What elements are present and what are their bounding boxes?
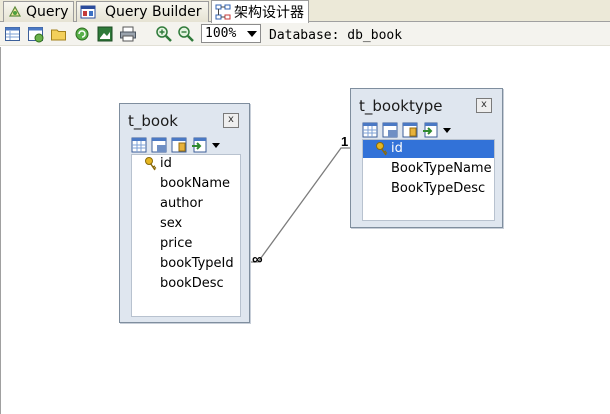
field-name: bookTypeId: [160, 256, 234, 271]
table-mini-toolbar: [362, 122, 452, 138]
field-row-selected[interactable]: id: [363, 140, 494, 158]
tab-query-builder[interactable]: Query Builder: [76, 1, 209, 22]
grid-icon[interactable]: [131, 137, 147, 153]
table-properties-icon[interactable]: [151, 137, 167, 153]
primary-key-icon: [376, 142, 388, 156]
database-label: Database: db_book: [269, 28, 403, 43]
grid-icon[interactable]: [362, 122, 378, 138]
add-view-icon[interactable]: [27, 25, 45, 43]
field-name: id: [160, 156, 172, 171]
schema-canvas[interactable]: [0, 47, 610, 414]
refresh-icon[interactable]: [73, 25, 91, 43]
zoom-value: 100%: [205, 26, 237, 41]
field-row[interactable]: bookName: [132, 175, 240, 193]
field-name: BookTypeName: [391, 161, 492, 176]
field-name: sex: [160, 216, 183, 231]
index-icon[interactable]: [402, 122, 418, 138]
table-title: t_booktype: [359, 97, 443, 115]
print-icon[interactable]: [119, 25, 137, 43]
field-row[interactable]: author: [132, 195, 240, 213]
tab-label: Query Builder: [105, 4, 202, 20]
schema-designer-icon: [215, 4, 231, 20]
add-table-icon[interactable]: [4, 25, 22, 43]
tab-label: Query: [26, 4, 69, 20]
insert-column-icon[interactable]: [422, 122, 438, 138]
field-row[interactable]: bookTypeId: [132, 255, 240, 273]
table-mini-toolbar: [131, 137, 221, 153]
chevron-down-icon[interactable]: [211, 137, 221, 153]
tab-label: 架构设计器: [234, 5, 304, 21]
field-name: BookTypeDesc: [391, 181, 486, 196]
field-name: bookDesc: [160, 276, 224, 291]
field-name: author: [160, 196, 203, 211]
tab-schema-designer[interactable]: 架构设计器: [211, 0, 309, 23]
zoom-out-icon[interactable]: [177, 25, 195, 43]
index-icon[interactable]: [171, 137, 187, 153]
field-row[interactable]: BookTypeName: [363, 160, 494, 178]
field-row[interactable]: bookDesc: [132, 275, 240, 293]
field-name: bookName: [160, 176, 231, 191]
query-icon: [8, 5, 22, 17]
relation-one-label: 1: [341, 134, 349, 149]
chevron-down-icon[interactable]: [442, 122, 452, 138]
close-icon[interactable]: x: [223, 113, 239, 128]
field-name: id: [391, 141, 403, 156]
query-builder-icon: [80, 5, 96, 19]
zoom-select[interactable]: 100%: [201, 24, 261, 43]
table-t-book[interactable]: t_book x id bookName author sex price bo…: [119, 103, 250, 323]
chevron-down-icon: [247, 31, 257, 37]
export-image-icon[interactable]: [96, 25, 114, 43]
field-row[interactable]: id: [132, 155, 240, 173]
zoom-in-icon[interactable]: [155, 25, 173, 43]
field-row[interactable]: price: [132, 235, 240, 253]
field-row[interactable]: sex: [132, 215, 240, 233]
relation-many-label: ∞: [252, 251, 263, 268]
table-properties-icon[interactable]: [382, 122, 398, 138]
table-title: t_book: [128, 112, 178, 130]
open-folder-icon[interactable]: [50, 25, 68, 43]
table-t-booktype[interactable]: t_booktype x id BookTypeName BookTypeDes…: [350, 88, 503, 228]
field-row[interactable]: BookTypeDesc: [363, 180, 494, 198]
field-list: id BookTypeName BookTypeDesc: [362, 139, 495, 221]
insert-column-icon[interactable]: [191, 137, 207, 153]
field-name: price: [160, 236, 193, 251]
close-icon[interactable]: x: [476, 98, 492, 113]
primary-key-icon: [145, 157, 157, 171]
tab-query[interactable]: Query: [3, 1, 74, 22]
field-list: id bookName author sex price bookTypeId …: [131, 154, 241, 317]
tab-strip: Query Query Builder 架构设计器: [0, 0, 610, 23]
